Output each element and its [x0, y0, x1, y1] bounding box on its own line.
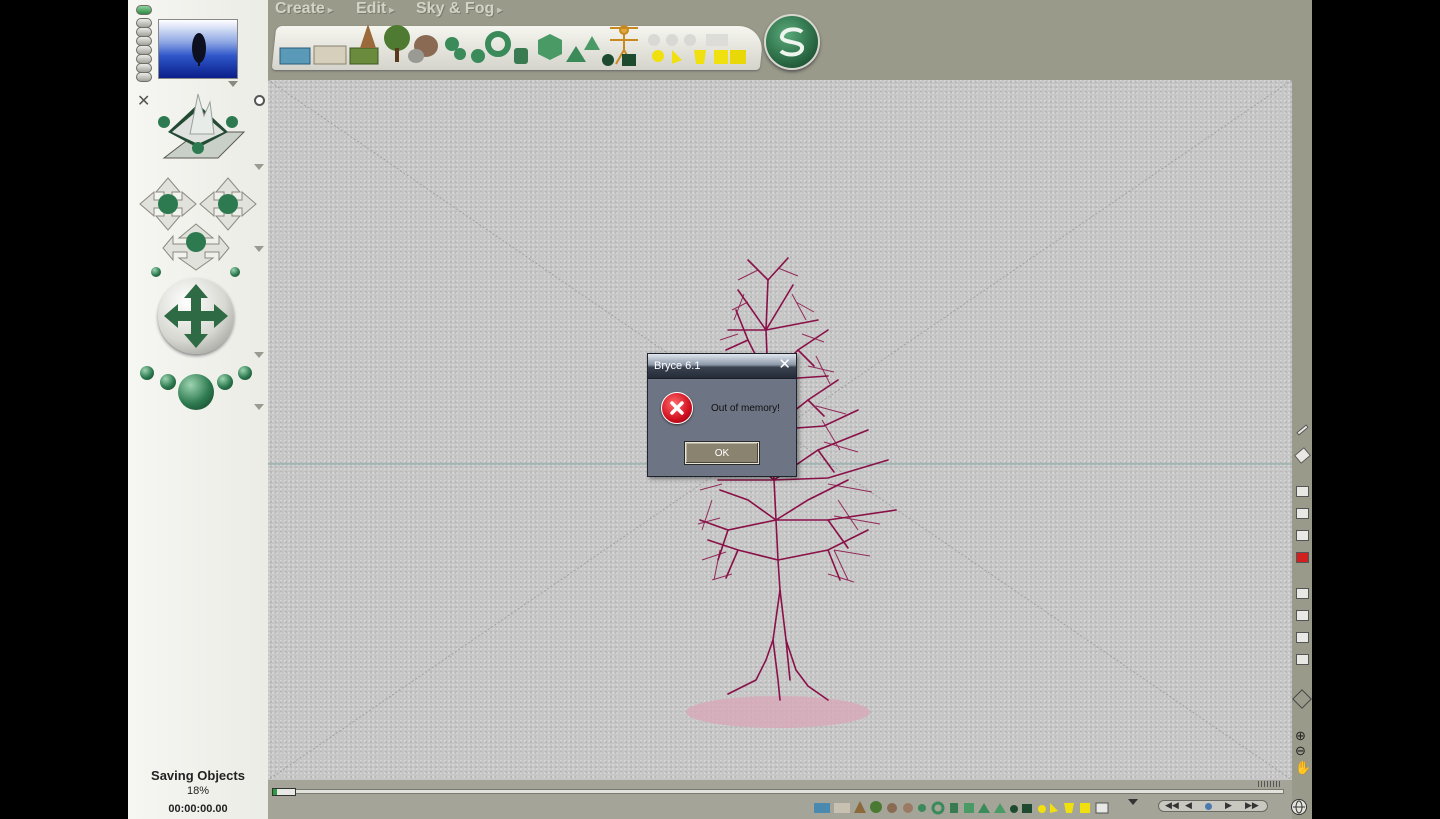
rewind-icon[interactable]: ◀◀: [1165, 800, 1179, 811]
options-icon[interactable]: [1296, 654, 1309, 665]
cube-icon[interactable]: [538, 34, 562, 60]
camera-ball-1[interactable]: [140, 366, 154, 380]
tree-preview-icon: [192, 33, 206, 66]
terrain-icon[interactable]: [360, 24, 376, 48]
view-split-icon[interactable]: [1296, 530, 1309, 541]
dialog-title: Bryce 6.1: [654, 360, 701, 372]
list-icon[interactable]: [1296, 588, 1309, 599]
status-percent: 18%: [186, 785, 210, 797]
fast-forward-icon[interactable]: ▶▶: [1245, 800, 1259, 811]
control-panel: ✕ Saving Objects 18% 00:00:00.00: [128, 0, 268, 819]
camera-ball-left[interactable]: [151, 267, 161, 277]
selection-caret[interactable]: [1128, 799, 1138, 805]
infinite-plane-icon[interactable]: [313, 45, 347, 65]
move-cross-icon: [164, 284, 228, 348]
zoom-in-icon[interactable]: ⊕: [1295, 728, 1306, 744]
globe-icon[interactable]: [1291, 799, 1307, 815]
stone-icon[interactable]: [408, 49, 424, 63]
camera-ball-2[interactable]: [160, 374, 176, 390]
error-icon: [661, 392, 693, 424]
timeline-bar: ◀◀ ◀ ▶ ▶▶: [268, 780, 1292, 819]
menu-bar: Create ▸ Edit ▸ Sky & Fog ▸: [268, 0, 1312, 80]
tree-object[interactable]: [699, 257, 897, 701]
progress-fill: [273, 789, 277, 795]
status-title: Saving Objects: [151, 768, 245, 783]
camera-ball-4[interactable]: [238, 366, 252, 380]
bryce-logo-icon[interactable]: [764, 14, 820, 70]
terrain-view-icon[interactable]: [1296, 610, 1309, 621]
tree-icon[interactable]: [384, 25, 410, 51]
status-time: 00:00:00.00: [168, 803, 228, 815]
pyramid-icon[interactable]: [566, 46, 586, 62]
camera-ball-3[interactable]: [217, 374, 233, 390]
brush-icon[interactable]: [1296, 424, 1309, 436]
light-icon[interactable]: [652, 50, 664, 62]
render-red-icon[interactable]: [1296, 552, 1309, 563]
tree-shadow: [686, 696, 870, 728]
preview-options-caret[interactable]: [228, 81, 238, 87]
error-cross-glyph: [670, 401, 684, 415]
s-logo-glyph: [779, 27, 804, 57]
create-object-icons: [279, 24, 746, 66]
dialog-titlebar[interactable]: Bryce 6.1 ✕: [648, 354, 796, 379]
camera-ball-right[interactable]: [230, 267, 240, 277]
camera-ball-main[interactable]: [178, 374, 214, 410]
camera-trackball-icon[interactable]: [138, 92, 258, 162]
camera-control-caret[interactable]: [254, 246, 264, 252]
timeline-ruler: [1258, 781, 1282, 787]
cube-view-icon[interactable]: [1292, 689, 1312, 709]
square-icon[interactable]: [622, 54, 636, 66]
eraser-icon[interactable]: [1293, 447, 1312, 464]
trackball-caret[interactable]: [254, 164, 264, 170]
record-icon[interactable]: [1205, 803, 1212, 810]
trackball-sphere[interactable]: [158, 278, 234, 354]
animation-controls: ◀◀ ◀ ▶ ▶▶: [1158, 800, 1268, 812]
camera-ball-caret[interactable]: [254, 404, 264, 410]
cone-icon[interactable]: [584, 36, 600, 50]
selection-palette-icons[interactable]: [814, 799, 1134, 817]
panel-icon[interactable]: [1296, 632, 1309, 643]
disk-icon[interactable]: [602, 54, 614, 66]
sphere-icon[interactable]: [471, 49, 485, 63]
progress-bar: [272, 788, 296, 796]
zoom-out-icon[interactable]: ⊖: [1295, 743, 1306, 759]
water-plane-icon[interactable]: [279, 47, 311, 65]
globe-lines-icon: [1293, 800, 1305, 814]
nano-preview[interactable]: [158, 19, 238, 79]
ground-icon[interactable]: [349, 47, 379, 65]
timeline-track[interactable]: [272, 789, 1284, 794]
right-tool-strip: ⊕ ⊖ ✋: [1292, 80, 1312, 819]
trackball-options-caret[interactable]: [254, 352, 264, 358]
cylinder-icon[interactable]: [514, 48, 528, 64]
view-button-7[interactable]: [136, 72, 152, 82]
dialog-message: Out of memory!: [711, 403, 780, 414]
pan-hand-icon[interactable]: ✋: [1295, 760, 1311, 776]
close-icon[interactable]: ✕: [778, 357, 791, 373]
view-wireframe-icon[interactable]: [1296, 486, 1309, 497]
camera-yz-control-icon[interactable]: [161, 222, 231, 272]
play-icon[interactable]: ▶: [1225, 800, 1232, 811]
error-dialog: Bryce 6.1 ✕ Out of memory! OK: [647, 353, 797, 477]
view-stack-top-button[interactable]: [136, 5, 152, 15]
step-back-icon[interactable]: ◀: [1185, 800, 1192, 811]
torus-icon[interactable]: [485, 31, 511, 57]
ok-button[interactable]: OK: [685, 442, 759, 464]
view-shaded-icon[interactable]: [1296, 508, 1309, 519]
